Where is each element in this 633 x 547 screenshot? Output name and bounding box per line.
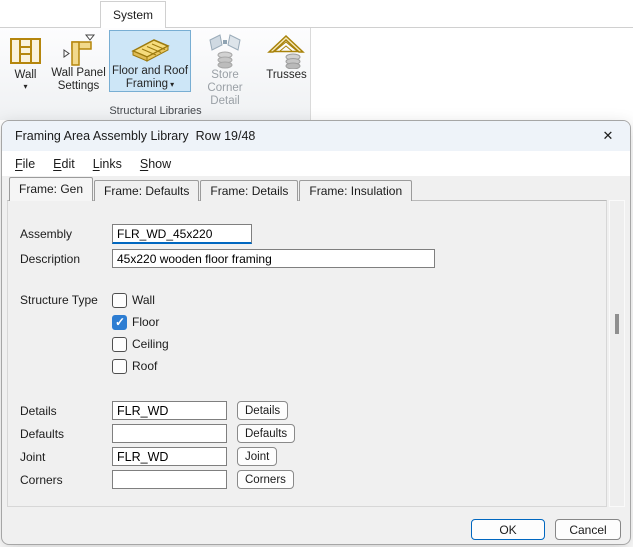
trusses-icon bbox=[267, 33, 307, 69]
wall-button[interactable]: Wall ▾ bbox=[3, 30, 48, 92]
dialog-tabstrip: Frame: Gen Frame: Defaults Frame: Detail… bbox=[9, 177, 413, 201]
floor-checkbox-label: Floor bbox=[132, 315, 159, 329]
dialog-title: Framing Area Assembly Library Row 19/48 bbox=[15, 129, 255, 143]
corners-input[interactable] bbox=[112, 470, 227, 489]
tab-frame-insulation[interactable]: Frame: Insulation bbox=[299, 180, 412, 201]
wall-panel-settings-label-line1: Wall Panel bbox=[51, 67, 106, 80]
wall-panel-settings-label-line2: Settings bbox=[58, 80, 100, 93]
corners-button[interactable]: Corners bbox=[237, 470, 294, 489]
joint-button[interactable]: Joint bbox=[237, 447, 277, 466]
wall-button-label: Wall bbox=[15, 69, 37, 82]
assembly-label: Assembly bbox=[20, 227, 72, 241]
store-corner-detail-button: Store Corner Detail bbox=[193, 30, 257, 92]
dialog-menubar: File Edit Links Show bbox=[2, 151, 630, 176]
store-corner-detail-icon bbox=[207, 33, 243, 69]
structure-option-roof[interactable]: Roof bbox=[112, 358, 157, 374]
wall-panel-settings-button[interactable]: Wall Panel Settings bbox=[50, 30, 107, 92]
description-input[interactable] bbox=[112, 249, 435, 268]
menu-show[interactable]: Show bbox=[131, 153, 180, 175]
wall-panel-settings-icon bbox=[61, 33, 97, 67]
wall-icon bbox=[9, 33, 43, 69]
menu-edit[interactable]: Edit bbox=[44, 153, 84, 175]
defaults-label: Defaults bbox=[20, 427, 64, 441]
ribbon-group-structural-libraries: Wall ▾ Wall Panel Settings bbox=[0, 28, 311, 120]
scrollbar-thumb[interactable] bbox=[615, 314, 619, 334]
dropdown-caret-icon: ▾ bbox=[23, 82, 27, 91]
ribbon: System Wall ▾ bbox=[0, 0, 633, 119]
ribbon-group-label: Structural Libraries bbox=[0, 105, 311, 117]
ceiling-checkbox-label: Ceiling bbox=[132, 337, 169, 351]
ribbon-tabstrip bbox=[0, 0, 633, 27]
details-label: Details bbox=[20, 404, 57, 418]
floor-roof-framing-icon bbox=[129, 33, 171, 65]
menu-links[interactable]: Links bbox=[84, 153, 131, 175]
trusses-label: Trusses bbox=[266, 69, 306, 82]
defaults-input[interactable] bbox=[112, 424, 227, 443]
joint-input[interactable] bbox=[112, 447, 227, 466]
vertical-scrollbar[interactable] bbox=[609, 200, 625, 507]
ceiling-checkbox[interactable] bbox=[112, 337, 127, 352]
floor-roof-framing-label-line1: Floor and Roof bbox=[112, 65, 188, 78]
dialog-titlebar[interactable]: Framing Area Assembly Library Row 19/48 … bbox=[2, 121, 630, 151]
trusses-button[interactable]: Trusses bbox=[259, 30, 314, 92]
defaults-button[interactable]: Defaults bbox=[237, 424, 295, 443]
details-input[interactable] bbox=[112, 401, 227, 420]
ribbon-body: Wall ▾ Wall Panel Settings bbox=[0, 27, 633, 119]
corners-label: Corners bbox=[20, 473, 63, 487]
assembly-input[interactable] bbox=[112, 224, 252, 244]
tab-frame-details[interactable]: Frame: Details bbox=[200, 180, 298, 201]
structure-option-ceiling[interactable]: Ceiling bbox=[112, 336, 169, 352]
dropdown-caret-icon: ▾ bbox=[170, 80, 174, 89]
structure-option-wall[interactable]: Wall bbox=[112, 292, 155, 308]
framing-assembly-dialog: Framing Area Assembly Library Row 19/48 … bbox=[1, 120, 631, 545]
tab-content-pane: Assembly Description Structure Type Wall… bbox=[7, 200, 607, 507]
cancel-button[interactable]: Cancel bbox=[555, 519, 621, 540]
floor-and-roof-framing-button[interactable]: Floor and Roof Framing▾ bbox=[109, 30, 191, 92]
menu-file[interactable]: File bbox=[6, 153, 44, 175]
wall-checkbox-label: Wall bbox=[132, 293, 155, 307]
description-label: Description bbox=[20, 252, 80, 266]
ribbon-tab-system[interactable]: System bbox=[100, 1, 166, 28]
roof-checkbox[interactable] bbox=[112, 359, 127, 374]
tab-frame-defaults[interactable]: Frame: Defaults bbox=[94, 180, 199, 201]
floor-checkbox[interactable] bbox=[112, 315, 127, 330]
floor-roof-framing-label-line2: Framing▾ bbox=[126, 78, 174, 91]
close-icon[interactable]: ✕ bbox=[599, 128, 617, 144]
structure-type-label: Structure Type bbox=[20, 293, 98, 307]
tab-frame-gen[interactable]: Frame: Gen bbox=[9, 177, 93, 201]
joint-label: Joint bbox=[20, 450, 45, 464]
structure-option-floor[interactable]: Floor bbox=[112, 314, 159, 330]
ok-button[interactable]: OK bbox=[471, 519, 545, 540]
wall-checkbox[interactable] bbox=[112, 293, 127, 308]
store-corner-detail-label-line1: Store Corner bbox=[194, 69, 256, 95]
details-button[interactable]: Details bbox=[237, 401, 288, 420]
roof-checkbox-label: Roof bbox=[132, 359, 157, 373]
